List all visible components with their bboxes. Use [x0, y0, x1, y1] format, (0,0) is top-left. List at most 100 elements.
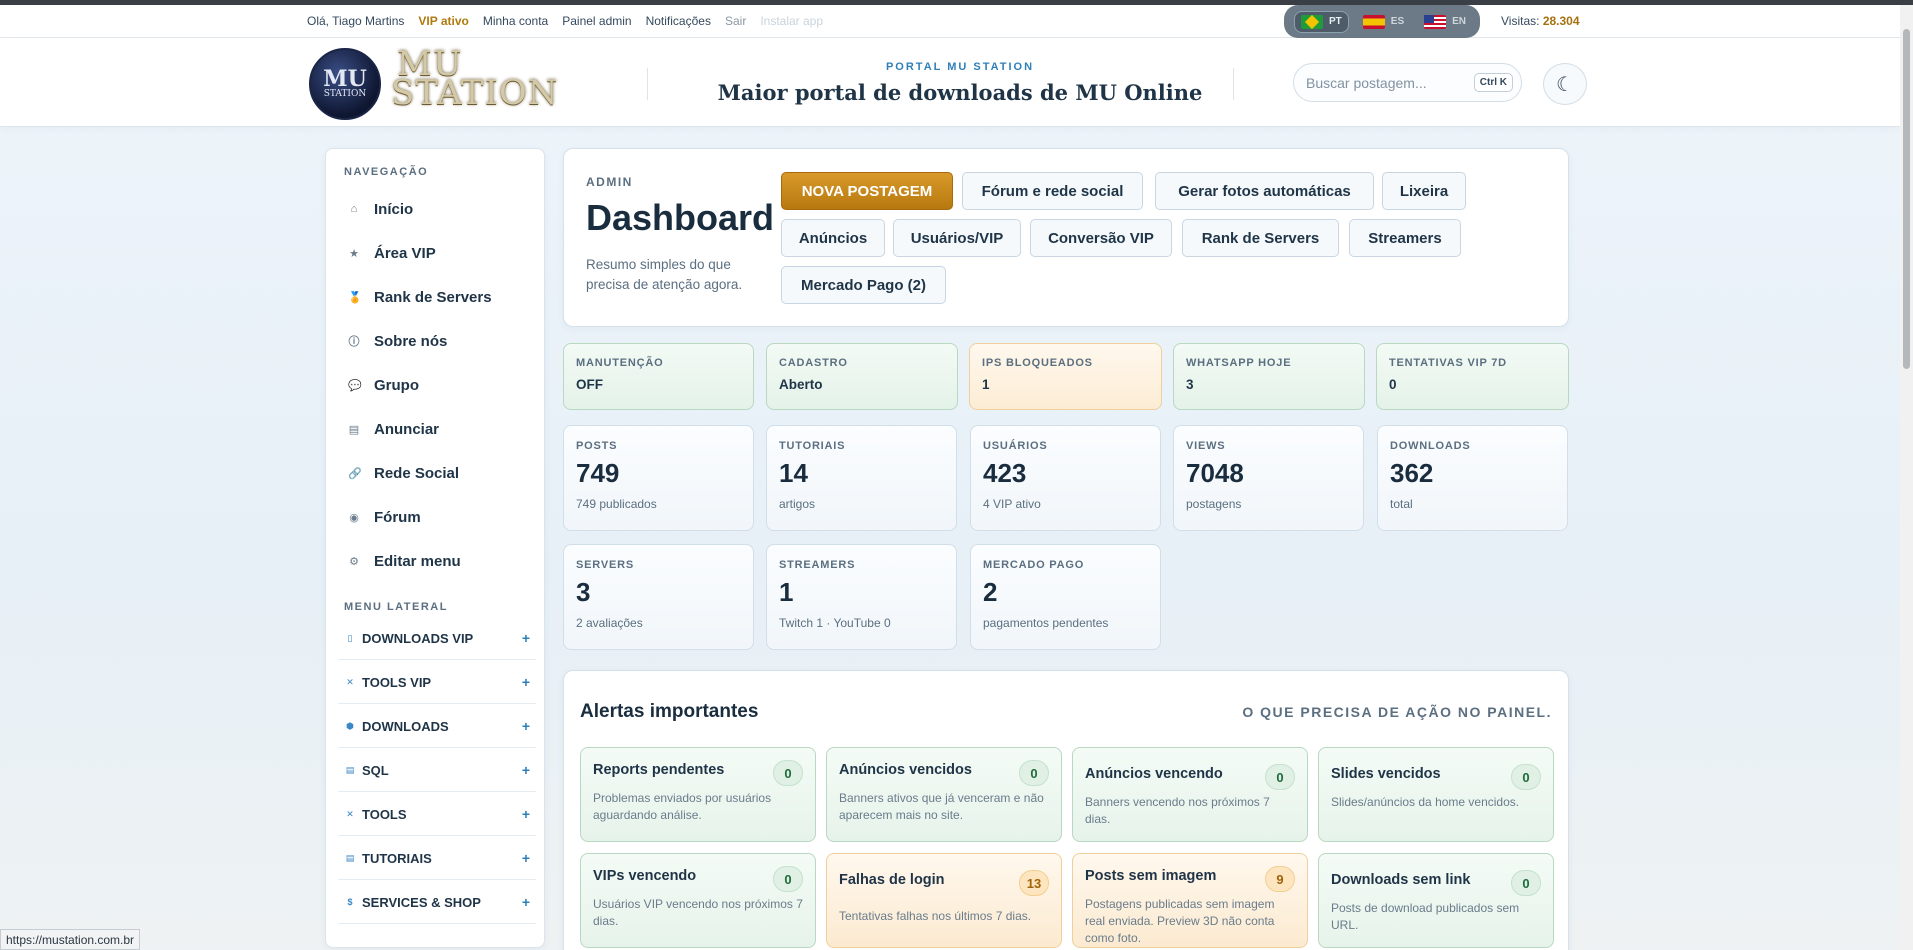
- sidebar-item-rede-social[interactable]: 🔗 Rede Social: [348, 458, 538, 488]
- accordion-sql[interactable]: ▤ SQL +: [338, 749, 536, 792]
- accordion-services-shop[interactable]: $ SERVICES & SHOP +: [338, 881, 536, 924]
- metric-card-streamers: STREAMERS 1 Twitch 1 · YouTube 0: [766, 544, 957, 650]
- metric-value: 3: [576, 577, 591, 607]
- expand-icon: +: [521, 806, 530, 822]
- metric-key: SERVERS: [576, 559, 634, 571]
- metric-sub: total: [1390, 497, 1413, 511]
- scrollbar-thumb[interactable]: [1903, 29, 1910, 369]
- metric-key: USUÁRIOS: [983, 440, 1048, 452]
- notifications-link[interactable]: Notificações: [646, 14, 711, 28]
- metric-value: 749: [576, 458, 620, 488]
- logo-emblem[interactable]: MU STATION: [309, 48, 381, 120]
- new-post-button[interactable]: NOVA POSTAGEM: [781, 172, 953, 210]
- alert-card-reports[interactable]: Reports pendentes 0 Problemas enviados p…: [580, 747, 816, 842]
- sidebar: NAVEGAÇÃO ⌂ Início ★ Área VIP 🏅 Rank de …: [325, 148, 545, 948]
- visits-value: 28.304: [1542, 14, 1580, 28]
- expand-icon: +: [521, 718, 530, 734]
- sidebar-item-inicio[interactable]: ⌂ Início: [348, 194, 538, 224]
- metric-sub: 2 avaliações: [576, 616, 643, 630]
- lang-pt-button[interactable]: PT: [1294, 10, 1349, 33]
- alert-description: Problemas enviados por usuários aguardan…: [593, 791, 772, 822]
- sidebar-item-editar-menu[interactable]: ⚙ Editar menu: [348, 546, 538, 576]
- admin-label: ADMIN: [586, 175, 633, 189]
- streamers-button[interactable]: Streamers: [1349, 219, 1461, 257]
- search-input[interactable]: Buscar postagem... Ctrl K: [1293, 63, 1522, 102]
- status-key: IPS BLOQUEADOS: [982, 357, 1093, 369]
- visits-label: Visitas:: [1501, 14, 1540, 28]
- alert-card-login-failures[interactable]: Falhas de login 13 Tentativas falhas nos…: [826, 853, 1062, 948]
- alert-card-expired-ads[interactable]: Anúncios vencidos 0 Banners ativos que j…: [826, 747, 1062, 842]
- alert-description: Tentativas falhas nos últimos 7 dias.: [839, 909, 1032, 923]
- my-account-link[interactable]: Minha conta: [483, 14, 548, 28]
- ads-button[interactable]: Anúncios: [781, 219, 885, 257]
- metric-sub: postagens: [1186, 497, 1242, 511]
- metric-key: TUTORIAIS: [779, 440, 846, 452]
- metric-card-downloads: DOWNLOADS 362 total: [1377, 425, 1568, 531]
- metric-sub: 4 VIP ativo: [983, 497, 1041, 511]
- sidebar-item-label: Rank de Servers: [374, 288, 492, 306]
- page-scrollbar[interactable]: [1900, 5, 1913, 950]
- metric-card-users: USUÁRIOS 423 4 VIP ativo: [970, 425, 1161, 531]
- sidebar-item-area-vip[interactable]: ★ Área VIP: [348, 238, 538, 268]
- sidebar-item-label: Grupo: [374, 376, 419, 394]
- alert-card-posts-no-image[interactable]: Posts sem imagem 9 Postagens publicadas …: [1072, 853, 1308, 948]
- status-value: Aberto: [779, 377, 823, 392]
- logout-link[interactable]: Sair: [725, 14, 746, 28]
- lang-en-button[interactable]: EN: [1418, 12, 1472, 32]
- alert-card-downloads-no-link[interactable]: Downloads sem link 0 Posts de download p…: [1318, 853, 1554, 948]
- sidebar-item-rank-servers[interactable]: 🏅 Rank de Servers: [348, 282, 538, 312]
- accordion-label: DOWNLOADS: [362, 718, 449, 734]
- metric-sub: Twitch 1 · YouTube 0: [779, 616, 891, 630]
- alert-count-badge: 0: [1511, 870, 1541, 896]
- alerts-title: Alertas importantes: [580, 701, 759, 722]
- sidebar-item-anunciar[interactable]: ▤ Anunciar: [348, 414, 538, 444]
- vip-conversion-button[interactable]: Conversão VIP: [1030, 219, 1172, 257]
- accordion-label: SQL: [362, 762, 389, 778]
- alert-count-badge: 0: [1265, 764, 1295, 790]
- status-card-whatsapp: WHATSAPP HOJE 3: [1173, 343, 1365, 410]
- generate-photos-button[interactable]: Gerar fotos automáticas: [1155, 172, 1374, 210]
- download-icon: ⬢: [346, 720, 354, 731]
- admin-panel-link[interactable]: Painel admin: [562, 14, 631, 28]
- sidebar-item-grupo[interactable]: 💬 Grupo: [348, 370, 538, 400]
- forum-icon: ◉: [349, 511, 359, 524]
- expand-icon: +: [521, 762, 530, 778]
- forum-social-button[interactable]: Fórum e rede social: [962, 172, 1143, 210]
- metric-card-views: VIEWS 7048 postagens: [1173, 425, 1364, 531]
- accordion-tutoriais[interactable]: ▤ TUTORIAIS +: [338, 837, 536, 880]
- sidebar-item-forum[interactable]: ◉ Fórum: [348, 502, 538, 532]
- br-flag-icon: [1301, 14, 1323, 29]
- rank-servers-button[interactable]: Rank de Servers: [1182, 219, 1339, 257]
- sidebar-item-sobre-nos[interactable]: ⓘ Sobre nós: [348, 326, 538, 356]
- accordion-downloads[interactable]: ⬢ DOWNLOADS +: [338, 705, 536, 748]
- portal-label: PORTAL MU STATION: [885, 61, 1035, 73]
- alert-card-expiring-vips[interactable]: VIPs vencendo 0 Usuários VIP vencendo no…: [580, 853, 816, 948]
- lang-pt-label: PT: [1329, 16, 1342, 27]
- status-value: 0: [1389, 377, 1397, 392]
- vip-status-link[interactable]: VIP ativo: [418, 14, 468, 28]
- link-icon: 🔗: [348, 467, 362, 480]
- mercado-pago-button[interactable]: Mercado Pago (2): [781, 266, 946, 304]
- accordion-downloads-vip[interactable]: ▯ DOWNLOADS VIP +: [338, 617, 536, 660]
- accordion-label: TOOLS: [362, 806, 407, 822]
- lang-es-button[interactable]: ES: [1357, 12, 1410, 32]
- metric-value: 14: [779, 458, 808, 488]
- status-value: 1: [982, 377, 990, 392]
- sidebar-item-label: Anunciar: [374, 420, 440, 438]
- alert-title: Slides vencidos: [1331, 766, 1441, 782]
- alert-title: Anúncios vencidos: [839, 762, 972, 778]
- users-vip-button[interactable]: Usuários/VIP: [893, 219, 1021, 257]
- theme-toggle-button[interactable]: ☾: [1543, 63, 1587, 105]
- top-links: Olá, Tiago Martins VIP ativo Minha conta…: [307, 14, 823, 28]
- install-app-link[interactable]: Instalar app: [760, 14, 823, 28]
- trash-button[interactable]: Lixeira: [1382, 172, 1466, 210]
- logo-wordmark[interactable]: MU STATION: [391, 47, 559, 110]
- accordion-tools[interactable]: ✕ TOOLS +: [338, 793, 536, 836]
- alert-card-expired-slides[interactable]: Slides vencidos 0 Slides/anúncios da hom…: [1318, 747, 1554, 842]
- book-icon: ▤: [345, 852, 355, 863]
- alert-description: Postagens publicadas sem imagem real env…: [1085, 897, 1275, 945]
- alert-card-expiring-ads[interactable]: Anúncios vencendo 0 Banners vencendo nos…: [1072, 747, 1308, 842]
- menu-section-title: MENU LATERAL: [344, 601, 448, 613]
- accordion-tools-vip[interactable]: ✕ TOOLS VIP +: [338, 661, 536, 704]
- vip-download-icon: ▯: [347, 632, 353, 643]
